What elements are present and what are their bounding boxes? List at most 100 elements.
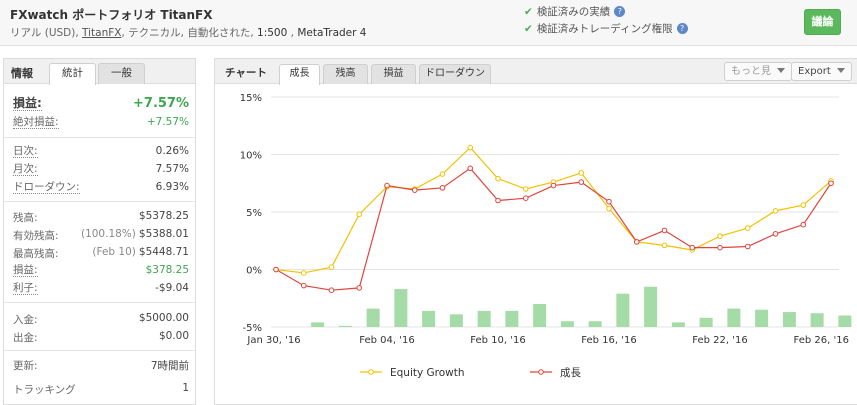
tab-stats[interactable]: 統計 <box>49 63 96 85</box>
drawdown-bar <box>782 312 796 327</box>
legend-marker <box>538 369 544 375</box>
legend-label: 成長 <box>560 367 581 379</box>
check-icon: ✔ <box>524 23 533 35</box>
divider <box>4 201 195 202</box>
x-axis: Jan 30, '16 Feb 04, '16 Feb 10, '16 Feb 16,… <box>246 335 849 346</box>
interest-row: 利子: -$9.04 <box>13 282 189 297</box>
updated-value: 7時間前 <box>150 360 189 372</box>
profit-row: 損益: $378.25 <box>13 264 189 279</box>
equity-value-wrap: (100.18%) $5388.01 <box>81 228 189 240</box>
profit-value: $378.25 <box>145 264 189 276</box>
export-button[interactable]: Export <box>791 62 852 81</box>
data-point <box>439 171 446 177</box>
subtitle-leverage: 1:500 <box>257 27 288 39</box>
highest-value: $5448.71 <box>138 246 189 258</box>
drawdown-bar <box>477 310 491 327</box>
drawdown-bar <box>727 308 741 327</box>
more-button-label: もっと見 <box>731 66 771 77</box>
profit-label: 損益: <box>13 264 38 277</box>
tab-drawdown[interactable]: ドローダウン <box>419 64 491 84</box>
highest-value-wrap: (Feb 10) $5448.71 <box>92 246 189 258</box>
more-button[interactable]: もっと見 <box>724 62 792 81</box>
updated-row: 更新: 7時間前 <box>13 358 189 373</box>
check-icon: ✔ <box>524 6 533 18</box>
drawdown-bar <box>588 321 602 327</box>
y-tick-label: 5% <box>246 208 262 219</box>
monthly-row: 月次: 7.57% <box>13 163 189 178</box>
divider <box>4 350 195 351</box>
deposits-row: 入金: $5000.00 <box>13 312 189 327</box>
subtitle-currency: リアル (USD), <box>10 27 83 39</box>
divider <box>4 302 195 303</box>
y-tick-label: 0% <box>246 266 262 277</box>
deposits-value: $5000.00 <box>138 312 189 324</box>
daily-row: 日次: 0.26% <box>13 145 189 160</box>
drawdown-bar <box>560 321 574 327</box>
equity-label: 有効残高: <box>13 230 59 242</box>
balance-value: $5378.25 <box>138 210 189 222</box>
growth-chart: 15% 10% 5% 0% -5% Jan 30, '16 Feb 04, '16 Feb … <box>240 93 852 379</box>
data-point <box>800 202 807 208</box>
drawdown-bar <box>366 308 380 327</box>
equity-value: $5388.01 <box>138 228 189 240</box>
monthly-value: 7.57% <box>155 163 189 175</box>
tab-profit[interactable]: 損益 <box>371 64 416 84</box>
drawdown-bar <box>311 322 325 327</box>
export-button-label: Export <box>798 66 831 77</box>
data-point <box>411 187 418 193</box>
data-point <box>328 287 335 293</box>
abs-gain-value: +7.57% <box>146 116 189 128</box>
data-point <box>744 225 751 231</box>
abs-gain-label: 絶対損益: <box>13 116 59 129</box>
tab-balance[interactable]: 残高 <box>323 64 368 84</box>
data-point <box>328 264 335 270</box>
drawdown-bar <box>338 325 352 327</box>
subtitle-separator: , <box>287 27 298 39</box>
data-point <box>772 231 779 237</box>
verified-track-label: 検証済みの実績 <box>536 6 611 18</box>
drawdown-bar <box>671 322 685 327</box>
chevron-down-icon <box>777 68 785 73</box>
interest-label: 利子: <box>13 282 38 295</box>
equity-row: 有効残高: (100.18%) $5388.01 <box>13 228 189 243</box>
chart-lines <box>273 144 834 293</box>
y-tick-label: -5% <box>243 323 262 334</box>
balance-label: 残高: <box>13 212 38 224</box>
data-point <box>578 179 585 185</box>
data-point <box>661 227 668 234</box>
series-line <box>275 146 832 274</box>
data-point <box>717 233 723 239</box>
chart-legend: Equity Growth 成長 <box>360 367 581 379</box>
tracking-value: 1 <box>182 382 189 394</box>
withdrawals-value: $0.00 <box>158 330 189 342</box>
tracking-row: トラッキング 1 <box>13 382 189 397</box>
tab-growth[interactable]: 成長 <box>279 64 320 85</box>
account-subtitle: リアル (USD), TitanFX, テクニカル, 自動化された, 1:500… <box>10 25 366 40</box>
page-title: FXwatch ポートフォリオ TitanFX <box>10 8 213 22</box>
data-point <box>300 282 307 289</box>
drawdown-bar <box>699 317 713 327</box>
chart-tabs: チャート 成長 残高 損益 ドローダウン もっと見 Export <box>215 59 857 85</box>
highest-row: 最高残高: (Feb 10) $5448.71 <box>13 246 189 261</box>
help-icon[interactable]: ? <box>676 23 688 34</box>
broker-link[interactable]: TitanFX <box>82 27 121 39</box>
data-point <box>550 182 557 189</box>
drawdown-value: 6.93% <box>155 181 189 193</box>
data-point <box>661 242 668 249</box>
drawdown-bar <box>533 304 547 327</box>
updated-label: 更新: <box>13 360 38 372</box>
discuss-button[interactable]: 議論 <box>804 9 841 35</box>
divider <box>4 137 195 138</box>
tab-general[interactable]: 一般 <box>98 63 145 84</box>
daily-value: 0.26% <box>155 145 189 157</box>
y-tick-label: 15% <box>240 93 262 104</box>
data-point <box>356 211 363 218</box>
drawdown-bar <box>838 315 852 327</box>
drawdown-label: ドローダウン: <box>13 181 80 194</box>
verified-track-record: ✔ 検証済みの実績? <box>524 4 626 19</box>
equity-percent: (100.18%) <box>80 228 136 240</box>
drawdown-bar <box>616 293 630 327</box>
legend-label: Equity Growth <box>390 367 465 379</box>
help-icon[interactable]: ? <box>614 6 626 17</box>
x-tick-label: Feb 26, '16 <box>794 335 849 346</box>
